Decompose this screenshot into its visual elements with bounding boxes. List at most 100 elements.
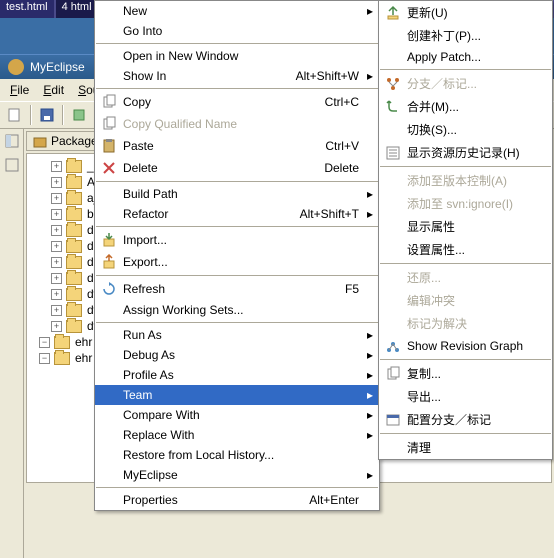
expand-icon[interactable]: +: [51, 161, 62, 172]
folder-icon: [66, 192, 82, 205]
menu-item-new[interactable]: New▸: [95, 1, 379, 21]
window-title: MyEclipse: [30, 60, 85, 74]
menu-item-label: Run As: [119, 328, 359, 342]
expand-icon[interactable]: +: [51, 193, 62, 204]
menu-edit[interactable]: Edit: [37, 81, 70, 99]
context-menu: New▸Go IntoOpen in New WindowShow InAlt+…: [94, 0, 380, 511]
menu-item-copy[interactable]: CopyCtrl+C: [95, 91, 379, 113]
menu-item-m[interactable]: 合并(M)...: [379, 95, 552, 118]
copy-icon: [99, 116, 119, 132]
menu-shortcut: Alt+Shift+W: [296, 69, 365, 83]
menu-separator: [380, 263, 551, 264]
expand-icon[interactable]: −: [39, 353, 50, 364]
menu-item-label: Profile As: [119, 368, 359, 382]
expand-icon[interactable]: +: [51, 273, 62, 284]
expand-icon[interactable]: +: [51, 177, 62, 188]
menu-item-refresh[interactable]: RefreshF5: [95, 278, 379, 300]
submenu-arrow-icon: ▸: [365, 187, 375, 201]
submenu-arrow-icon: ▸: [365, 428, 375, 442]
submenu-arrow-icon: ▸: [365, 69, 375, 83]
submenu-arrow-icon: ▸: [365, 468, 375, 482]
expand-icon[interactable]: −: [39, 337, 50, 348]
menu-item-paste[interactable]: PasteCtrl+V: [95, 135, 379, 157]
menu-item-label: 显示属性: [403, 218, 532, 235]
menu-separator: [96, 487, 378, 488]
expand-icon[interactable]: +: [51, 289, 62, 300]
menu-item-replace-with[interactable]: Replace With▸: [95, 425, 379, 445]
menu-item-[interactable]: 清理: [379, 436, 552, 459]
menu-item-delete[interactable]: DeleteDelete: [95, 157, 379, 179]
menu-item-import[interactable]: Import...: [95, 229, 379, 251]
menu-item-apply-patch[interactable]: Apply Patch...: [379, 47, 552, 67]
menu-item-profile-as[interactable]: Profile As▸: [95, 365, 379, 385]
menu-item-run-as[interactable]: Run As▸: [95, 325, 379, 345]
branch-icon: [383, 76, 403, 92]
menu-item-[interactable]: 配置分支／标记: [379, 408, 552, 431]
menu-item-p[interactable]: 创建补丁(P)...: [379, 24, 552, 47]
menu-file[interactable]: File: [4, 81, 35, 99]
menu-item-[interactable]: 显示属性: [379, 215, 552, 238]
menu-item-show-revision-graph[interactable]: Show Revision Graph: [379, 335, 552, 357]
copy-icon: [383, 366, 403, 382]
menu-item-assign-working-sets[interactable]: Assign Working Sets...: [95, 300, 379, 320]
sidebar-icon[interactable]: [4, 133, 20, 149]
menu-item-refactor[interactable]: RefactorAlt+Shift+T▸: [95, 204, 379, 224]
menu-item-label: Delete: [119, 161, 324, 175]
menu-item-label: 分支／标记...: [403, 75, 532, 92]
menu-item-restore-from-local-history[interactable]: Restore from Local History...: [95, 445, 379, 465]
menu-item-: 标记为解决: [379, 312, 552, 335]
menu-item-[interactable]: 设置属性...: [379, 238, 552, 261]
expand-icon[interactable]: +: [51, 305, 62, 316]
folder-icon: [66, 160, 82, 173]
menu-item-label: Assign Working Sets...: [119, 303, 359, 317]
menu-item-label: 创建补丁(P)...: [403, 27, 532, 44]
menu-item-[interactable]: 导出...: [379, 385, 552, 408]
menu-separator: [380, 433, 551, 434]
menu-item-s[interactable]: 切换(S)...: [379, 118, 552, 141]
team-submenu: 更新(U) 创建补丁(P)... Apply Patch... 分支／标记... 合并(…: [378, 0, 553, 460]
import-icon: [99, 232, 119, 248]
menu-item-properties[interactable]: PropertiesAlt+Enter: [95, 490, 379, 510]
menu-item-label: 导出...: [403, 388, 532, 405]
menu-item-debug-as[interactable]: Debug As▸: [95, 345, 379, 365]
menu-item-go-into[interactable]: Go Into: [95, 21, 379, 41]
package-explorer-tab[interactable]: Package: [26, 131, 105, 151]
menu-item-show-in[interactable]: Show InAlt+Shift+W▸: [95, 66, 379, 86]
menu-item-u[interactable]: 更新(U): [379, 1, 552, 24]
new-button[interactable]: [4, 104, 26, 126]
menu-item-label: Copy: [119, 95, 325, 109]
menu-item-label: New: [119, 4, 359, 18]
expand-icon[interactable]: +: [51, 321, 62, 332]
folder-icon: [66, 240, 82, 253]
package-tab-label: Package: [51, 134, 98, 148]
expand-icon[interactable]: +: [51, 209, 62, 220]
sidebar-icon[interactable]: [4, 157, 20, 173]
expand-icon[interactable]: +: [51, 257, 62, 268]
menu-separator: [380, 359, 551, 360]
folder-icon: [66, 288, 82, 301]
menu-item-[interactable]: 复制...: [379, 362, 552, 385]
config-icon: [383, 412, 403, 428]
menu-item-label: 合并(M)...: [403, 98, 532, 115]
menu-item-export[interactable]: Export...: [95, 251, 379, 273]
merge-icon: [383, 99, 403, 115]
menu-separator: [96, 275, 378, 276]
tab-4html[interactable]: 4 html: [56, 0, 98, 18]
menu-item-compare-with[interactable]: Compare With▸: [95, 405, 379, 425]
save-button[interactable]: [36, 104, 58, 126]
menu-item-label: Paste: [119, 139, 325, 153]
menu-item-team[interactable]: Team▸: [95, 385, 379, 405]
menu-item-open-in-new-window[interactable]: Open in New Window: [95, 46, 379, 66]
menu-item-build-path[interactable]: Build Path▸: [95, 184, 379, 204]
menu-item-label: 添加至 svn:ignore(I): [403, 195, 532, 212]
menu-item-label: 标记为解决: [403, 315, 532, 332]
folder-icon: [66, 320, 82, 333]
expand-icon[interactable]: +: [51, 241, 62, 252]
menu-item-label: Apply Patch...: [403, 50, 532, 64]
expand-icon[interactable]: +: [51, 225, 62, 236]
tool-button[interactable]: [68, 104, 90, 126]
submenu-arrow-icon: ▸: [365, 348, 375, 362]
menu-item-myeclipse[interactable]: MyEclipse▸: [95, 465, 379, 485]
menu-item-h[interactable]: 显示资源历史记录(H): [379, 141, 552, 164]
tab-test[interactable]: test.html: [0, 0, 54, 18]
